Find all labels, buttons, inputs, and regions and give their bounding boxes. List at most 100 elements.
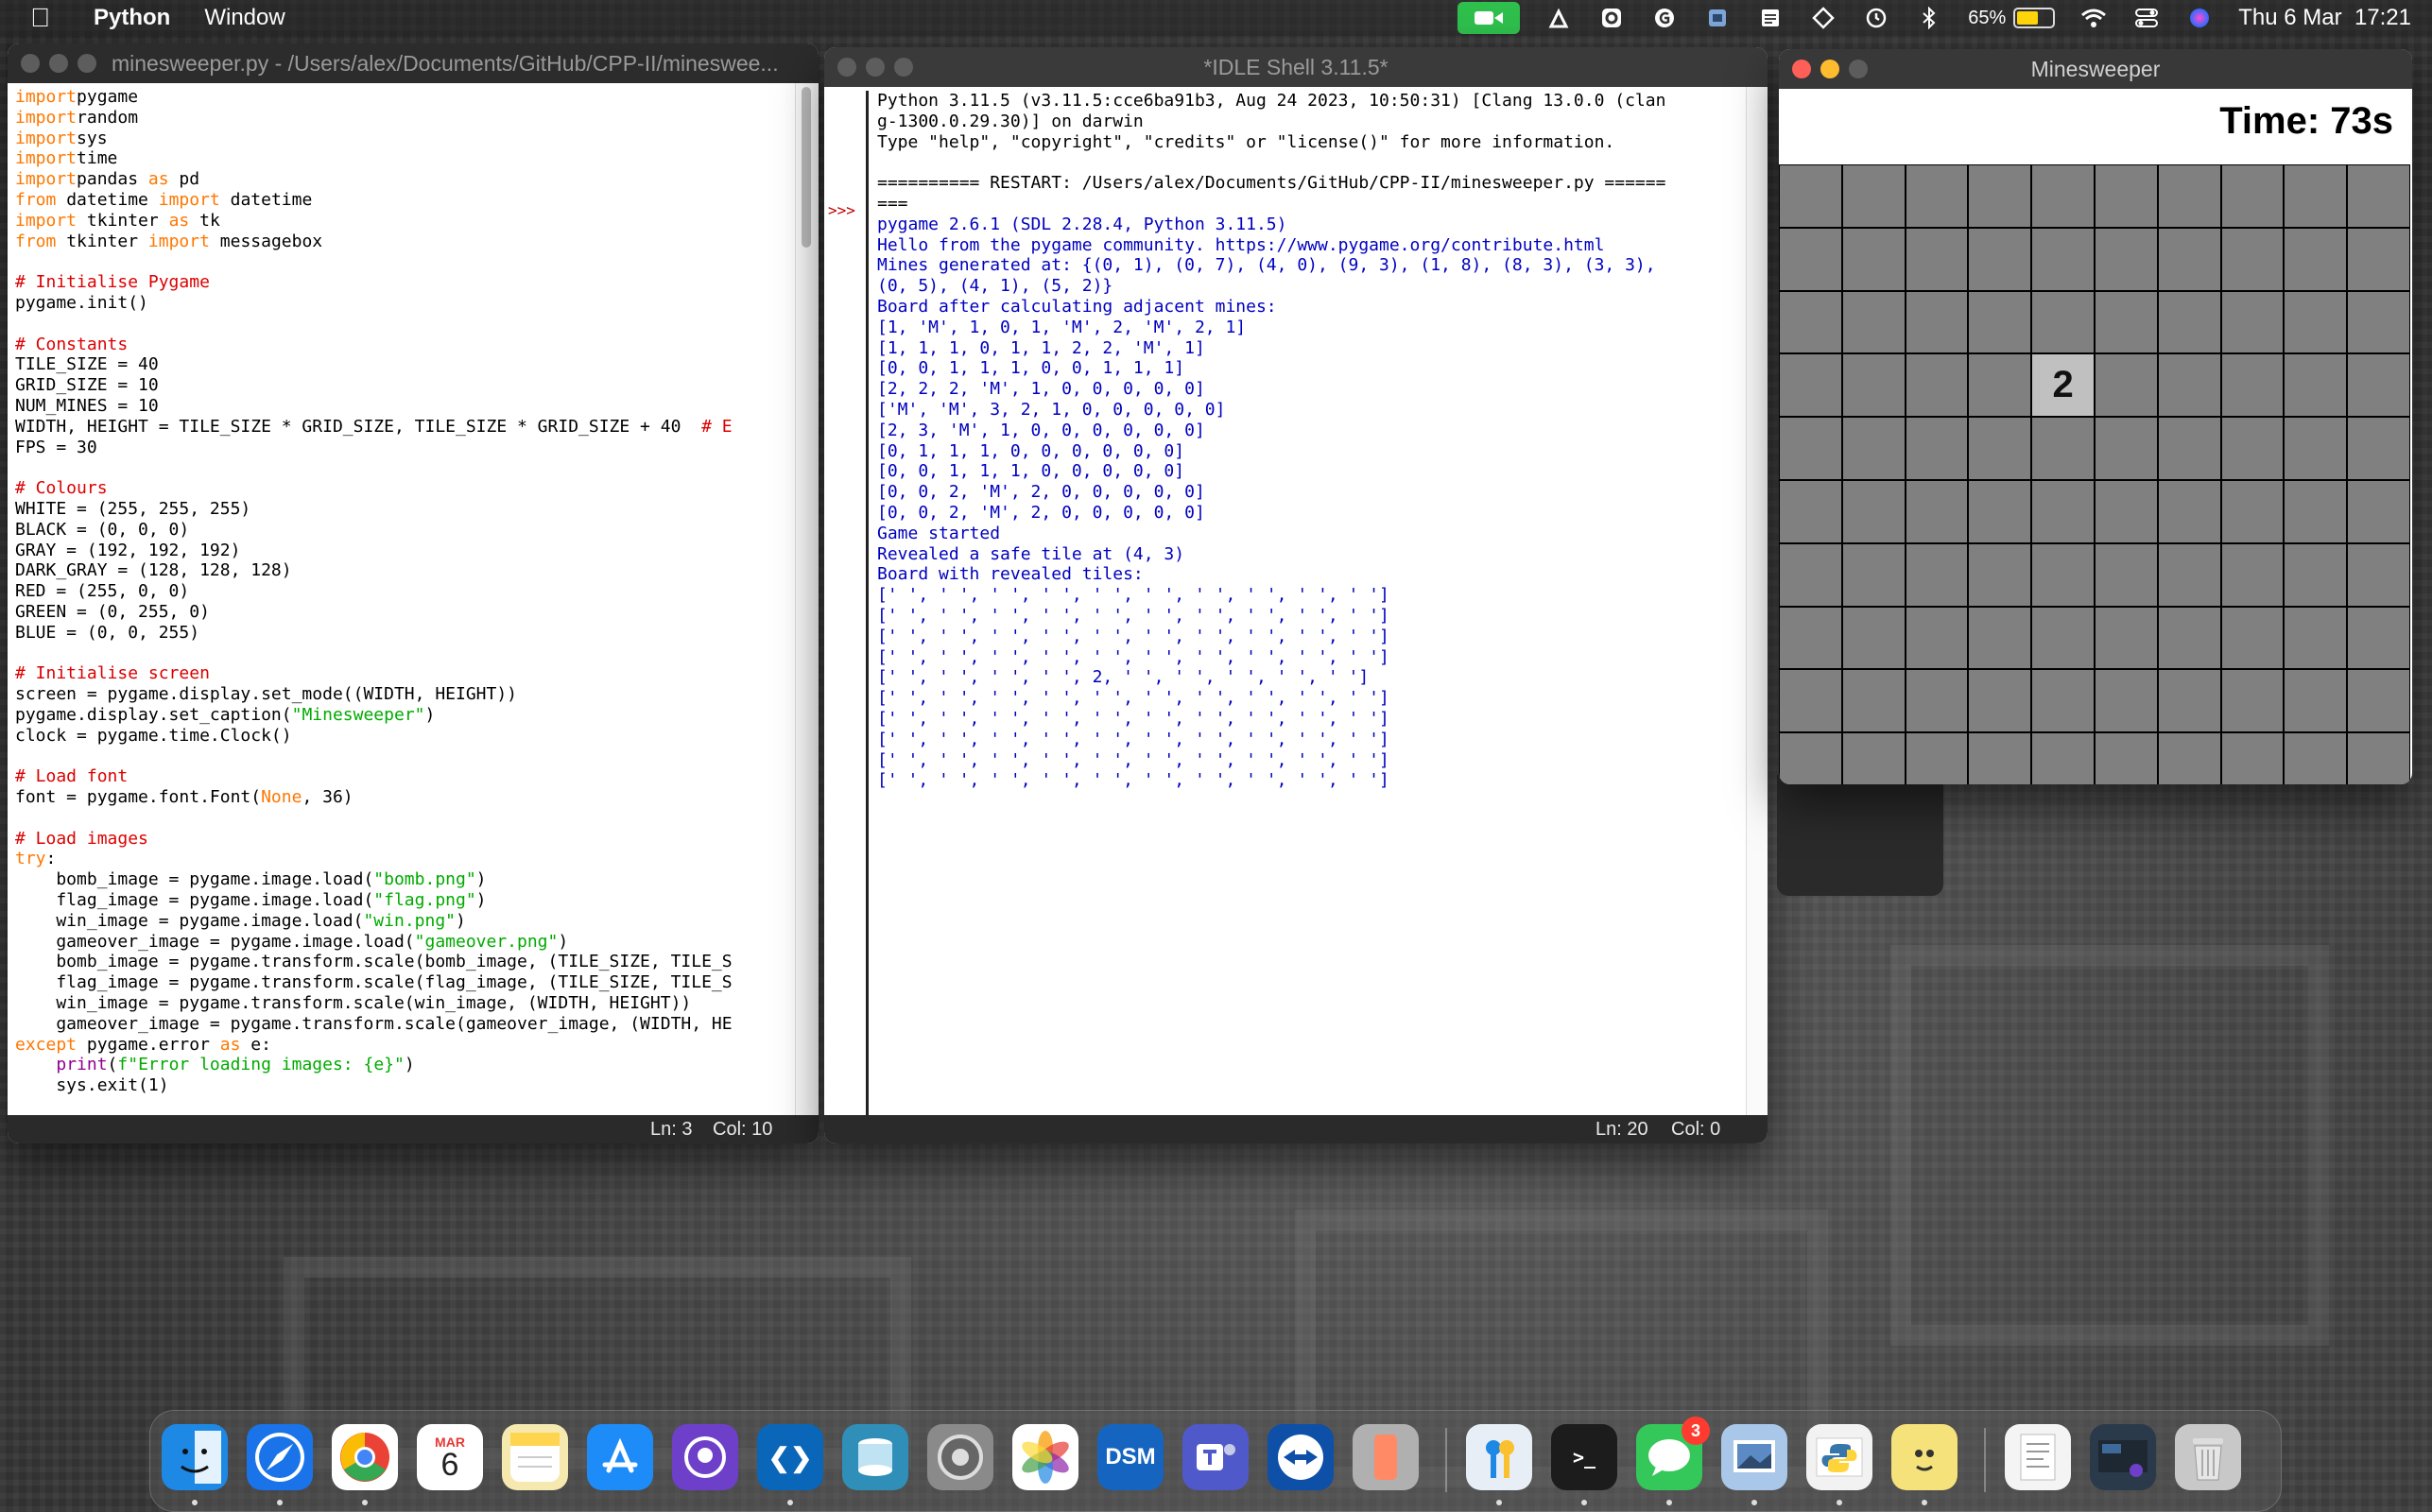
minesweeper-board[interactable]: 2 xyxy=(1779,164,2410,784)
sync-icon[interactable] xyxy=(1597,6,1626,30)
board-tile[interactable] xyxy=(1779,480,1842,543)
board-tile[interactable] xyxy=(2031,417,2095,480)
apple-menu-icon[interactable]:  xyxy=(30,3,50,33)
google-drive-icon[interactable] xyxy=(1544,6,1573,30)
window-menu[interactable]: Window xyxy=(204,5,285,31)
board-tile[interactable] xyxy=(2284,417,2348,480)
screenshot-icon[interactable] xyxy=(2090,1424,2156,1490)
safari-icon[interactable] xyxy=(247,1424,313,1490)
board-tile[interactable] xyxy=(2095,669,2158,733)
zoom-button[interactable] xyxy=(78,54,96,73)
editor-scroll-thumb[interactable] xyxy=(802,87,811,248)
dsm-icon[interactable]: DSM xyxy=(1097,1424,1164,1490)
board-tile[interactable] xyxy=(1841,669,1906,733)
revealed-tile[interactable]: 2 xyxy=(2031,353,2095,418)
board-tile[interactable] xyxy=(1905,227,1969,291)
app-menu[interactable]: Python xyxy=(94,5,170,31)
wifi-icon[interactable] xyxy=(2079,6,2108,30)
menubar-clock[interactable]: Thu 6 Mar 17:21 xyxy=(2238,5,2411,31)
github-desktop-icon[interactable] xyxy=(672,1424,738,1490)
board-tile[interactable] xyxy=(2347,669,2410,733)
board-tile[interactable] xyxy=(2157,480,2221,543)
board-tile[interactable] xyxy=(2347,164,2410,228)
battery-status[interactable]: 65% xyxy=(1968,8,2056,29)
grammarly-icon[interactable] xyxy=(1650,6,1679,30)
board-tile[interactable] xyxy=(1905,164,1969,228)
board-tile[interactable] xyxy=(1905,732,1969,784)
board-tile[interactable] xyxy=(2347,290,2410,354)
board-tile[interactable] xyxy=(2095,417,2158,480)
board-tile[interactable] xyxy=(2031,290,2095,354)
board-tile[interactable] xyxy=(2284,732,2348,784)
board-tile[interactable] xyxy=(1968,669,2032,733)
board-tile[interactable] xyxy=(2220,542,2285,607)
board-tile[interactable] xyxy=(1968,542,2032,607)
minesweeper-titlebar[interactable]: Minesweeper xyxy=(1779,49,2412,89)
board-tile[interactable] xyxy=(1968,417,2032,480)
board-tile[interactable] xyxy=(1968,606,2032,670)
minimize-button[interactable] xyxy=(49,54,68,73)
board-tile[interactable] xyxy=(1968,227,2032,291)
board-tile[interactable] xyxy=(1841,417,1906,480)
vscode-icon[interactable]: ❮❯ xyxy=(757,1424,823,1490)
close-button[interactable] xyxy=(21,54,40,73)
board-tile[interactable] xyxy=(1779,353,1842,418)
board-tile[interactable] xyxy=(2220,669,2285,733)
board-tile[interactable] xyxy=(1968,353,2032,418)
board-tile[interactable] xyxy=(1779,290,1842,354)
board-tile[interactable] xyxy=(2220,164,2285,228)
board-tile[interactable] xyxy=(2157,164,2221,228)
facetime-camera-icon[interactable] xyxy=(1457,2,1521,34)
teams-icon[interactable] xyxy=(1182,1424,1249,1490)
board-tile[interactable] xyxy=(2157,290,2221,354)
board-tile[interactable] xyxy=(1841,606,1906,670)
board-tile[interactable] xyxy=(1779,164,1842,228)
trash-icon[interactable] xyxy=(2175,1424,2241,1490)
board-tile[interactable] xyxy=(2031,227,2095,291)
board-tile[interactable] xyxy=(2284,164,2348,228)
board-tile[interactable] xyxy=(2220,353,2285,418)
board-tile[interactable] xyxy=(2157,353,2221,418)
board-tile[interactable] xyxy=(1905,290,1969,354)
shell-titlebar[interactable]: *IDLE Shell 3.11.5* xyxy=(824,47,1768,87)
board-tile[interactable] xyxy=(2347,480,2410,543)
board-tile[interactable] xyxy=(2347,542,2410,607)
time-machine-icon[interactable] xyxy=(1862,6,1890,30)
board-tile[interactable] xyxy=(1841,164,1906,228)
board-tile[interactable] xyxy=(1779,227,1842,291)
board-tile[interactable] xyxy=(2157,606,2221,670)
board-tile[interactable] xyxy=(2284,669,2348,733)
board-tile[interactable] xyxy=(2157,732,2221,784)
teamviewer-icon[interactable] xyxy=(1268,1424,1334,1490)
board-tile[interactable] xyxy=(1905,480,1969,543)
board-tile[interactable] xyxy=(2220,227,2285,291)
calendar-widget-icon[interactable] xyxy=(1756,6,1785,30)
python-launcher-icon[interactable] xyxy=(1891,1424,1958,1490)
board-tile[interactable] xyxy=(1841,227,1906,291)
bluetooth-icon[interactable] xyxy=(1915,6,1943,30)
shell-scrollbar[interactable] xyxy=(1746,87,1768,1115)
board-tile[interactable] xyxy=(2157,227,2221,291)
board-tile[interactable] xyxy=(1779,669,1842,733)
monitor-icon[interactable] xyxy=(1703,6,1732,30)
terminal-icon[interactable]: >_ xyxy=(1551,1424,1617,1490)
board-tile[interactable] xyxy=(2347,353,2410,418)
board-tile[interactable] xyxy=(2220,606,2285,670)
siri-icon[interactable] xyxy=(2185,6,2214,30)
board-tile[interactable] xyxy=(2095,290,2158,354)
board-tile[interactable] xyxy=(1905,417,1969,480)
system-settings-icon[interactable] xyxy=(927,1424,993,1490)
editor-code-area[interactable]: importpygame importrandom importsys importt… xyxy=(15,87,786,1111)
board-tile[interactable] xyxy=(2031,732,2095,784)
board-tile[interactable] xyxy=(2095,480,2158,543)
keychain-icon[interactable] xyxy=(1466,1424,1532,1490)
board-tile[interactable] xyxy=(1779,732,1842,784)
preview-icon[interactable] xyxy=(1721,1424,1787,1490)
board-tile[interactable] xyxy=(2220,480,2285,543)
idle-python-icon[interactable] xyxy=(1806,1424,1872,1490)
board-tile[interactable] xyxy=(1779,542,1842,607)
board-tile[interactable] xyxy=(2095,732,2158,784)
chrome-icon[interactable] xyxy=(332,1424,398,1490)
finder-icon[interactable] xyxy=(162,1424,228,1490)
board-tile[interactable] xyxy=(2347,732,2410,784)
